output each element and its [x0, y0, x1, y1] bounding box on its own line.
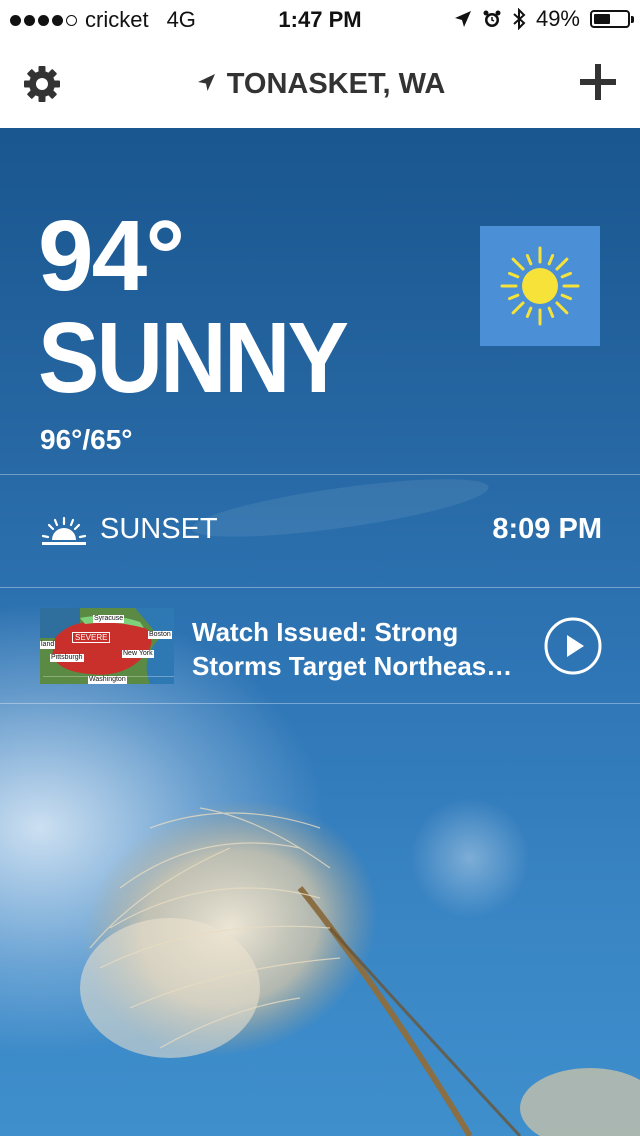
play-icon[interactable] — [543, 616, 603, 676]
sun-ray — [555, 301, 569, 315]
news-video-item[interactable]: Syracuse Boston SEVERE land New York Pit… — [0, 589, 640, 703]
current-condition: SUNNY — [38, 302, 349, 414]
map-label-washington: Washington — [88, 676, 127, 684]
status-bar: cricket 4G 1:47 PM 49% — [0, 0, 640, 40]
battery-icon — [590, 10, 634, 28]
location-services-icon — [454, 11, 471, 27]
sun-ray — [560, 293, 572, 301]
sunset-label: SUNSET — [100, 513, 218, 545]
sun-ray — [525, 254, 533, 266]
high-low-temperature: 96°/65° — [40, 424, 133, 455]
sun-ray — [508, 271, 520, 279]
battery-percent: 49% — [535, 6, 580, 31]
map-label-pittsburgh: Pittsburgh — [50, 654, 84, 662]
navigation-bar: TONASKET, WA — [0, 40, 640, 128]
location-name: TONASKET, WA — [226, 68, 446, 100]
divider — [0, 474, 640, 475]
sun-ray — [511, 301, 525, 315]
map-label-severe: SEVERE — [72, 632, 111, 643]
condition-tile — [480, 226, 600, 346]
sun-ray — [508, 293, 520, 301]
alarm-icon — [483, 10, 501, 27]
news-thumbnail[interactable]: Syracuse Boston SEVERE land New York Pit… — [40, 608, 174, 684]
divider — [0, 703, 640, 704]
map-label-boston: Boston — [148, 631, 172, 639]
sun-ray — [525, 306, 533, 318]
map-label-new-york: New York — [122, 650, 154, 658]
sun-ray — [547, 254, 555, 266]
location-title[interactable]: TONASKET, WA — [0, 68, 640, 101]
divider — [0, 587, 640, 588]
sunset-icon — [42, 516, 86, 545]
bluetooth-icon — [513, 8, 526, 30]
map-label-syracuse: Syracuse — [93, 615, 125, 623]
sun-icon — [500, 246, 580, 326]
current-temperature: 94° — [38, 200, 185, 312]
sunset-time: 8:09 PM — [492, 513, 602, 545]
news-headline[interactable]: Watch Issued: Strong Storms Target North… — [192, 615, 542, 683]
sun-ray — [547, 306, 555, 318]
location-arrow-icon — [197, 74, 215, 92]
status-right: 49% — [454, 6, 634, 32]
sun-ray — [560, 271, 572, 279]
sun-ray — [555, 257, 569, 271]
sunset-row[interactable]: SUNSET 8:09 PM — [0, 476, 640, 586]
map-label-cleveland: land — [40, 641, 56, 649]
add-location-button[interactable] — [578, 62, 618, 102]
sun-ray — [511, 257, 525, 271]
